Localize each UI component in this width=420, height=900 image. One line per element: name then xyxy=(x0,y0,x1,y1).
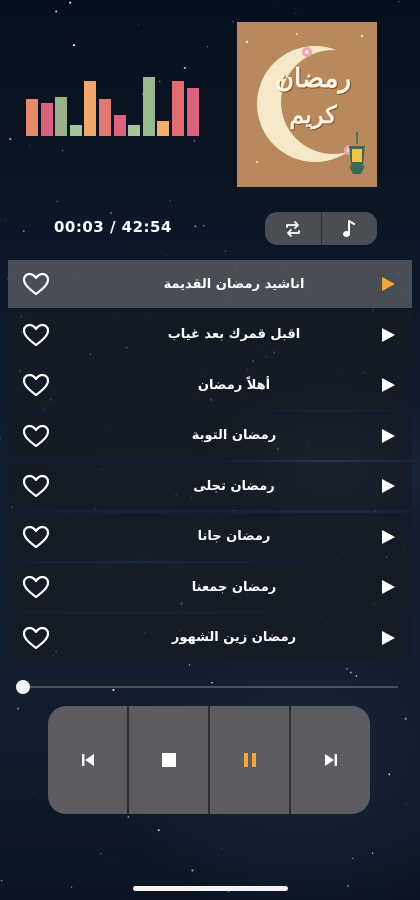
album-art: رمضان كريم xyxy=(237,22,377,187)
heart-icon xyxy=(22,474,50,498)
next-button[interactable] xyxy=(289,706,370,814)
play-track-button[interactable] xyxy=(376,529,396,545)
track-title: رمضان تجلى xyxy=(193,478,275,494)
heart-icon xyxy=(22,323,50,346)
play-track-button[interactable] xyxy=(376,579,396,595)
equalizer-bar xyxy=(157,121,170,136)
favorite-button[interactable] xyxy=(22,271,52,297)
progress-track xyxy=(18,686,398,688)
play-icon xyxy=(382,378,395,392)
play-icon xyxy=(382,277,395,291)
heart-icon xyxy=(22,626,50,649)
favorite-button[interactable] xyxy=(22,574,52,600)
play-track-button[interactable] xyxy=(376,276,396,292)
play-icon xyxy=(382,327,395,342)
play-track-button[interactable] xyxy=(376,478,396,494)
progress-slider[interactable] xyxy=(16,680,398,694)
album-title-line-1: رمضان xyxy=(274,64,352,94)
equalizer-bar xyxy=(55,97,68,136)
play-icon xyxy=(382,479,395,493)
play-icon xyxy=(382,580,395,594)
equalizer-visualizer xyxy=(26,76,204,136)
track-row[interactable]: رمضان تجلى xyxy=(8,462,412,510)
track-row[interactable]: اقبل قمرك بعد غياب xyxy=(8,310,412,359)
pause-button[interactable] xyxy=(208,706,289,814)
heart-icon xyxy=(22,424,50,447)
home-indicator xyxy=(133,886,288,891)
play-track-button[interactable] xyxy=(376,327,396,343)
track-row[interactable]: رمضان جمعنا xyxy=(8,563,412,611)
track-title: رمضان التوبة xyxy=(191,428,277,443)
track-row[interactable]: اناشيد رمضان القديمة xyxy=(8,260,412,308)
play-icon xyxy=(382,529,395,544)
equalizer-bar xyxy=(99,99,111,136)
play-icon xyxy=(382,428,395,443)
track-title: رمضان جانا xyxy=(197,529,271,544)
playlist: اناشيد رمضان القديمة اقبل قمرك بعد غياب xyxy=(8,260,412,664)
equalizer-bar xyxy=(113,115,126,136)
track-title: رمضان جمعنا xyxy=(191,579,277,595)
music-note-icon xyxy=(343,219,356,237)
heart-icon xyxy=(22,525,50,548)
equalizer-bar xyxy=(69,125,82,136)
play-track-button[interactable] xyxy=(376,630,396,646)
track-row[interactable]: أهلاً رمضان xyxy=(8,361,412,409)
equalizer-bar xyxy=(186,88,199,136)
track-row[interactable]: رمضان زين الشهور xyxy=(8,613,412,662)
playback-controls xyxy=(48,706,370,814)
track-row[interactable]: رمضان جانا xyxy=(8,512,412,561)
next-icon xyxy=(324,754,337,766)
play-track-button[interactable] xyxy=(376,428,396,444)
heart-icon xyxy=(22,272,50,296)
favorite-button[interactable] xyxy=(22,372,52,398)
repeat-button[interactable] xyxy=(265,212,321,245)
heart-icon xyxy=(22,575,50,599)
equalizer-bar xyxy=(84,81,97,136)
track-title: رمضان زين الشهور xyxy=(171,630,297,645)
play-track-button[interactable] xyxy=(376,377,396,393)
favorite-button[interactable] xyxy=(22,524,52,550)
equalizer-bar xyxy=(26,99,38,136)
equalizer-bar xyxy=(40,103,53,136)
equalizer-bar xyxy=(172,81,184,136)
play-icon xyxy=(382,630,395,645)
repeat-icon xyxy=(285,220,300,237)
favorite-button[interactable] xyxy=(22,473,52,499)
time-display: 00:03 / 42:54 xyxy=(54,218,172,236)
favorite-button[interactable] xyxy=(22,625,52,651)
pause-icon xyxy=(243,753,256,767)
stop-icon xyxy=(161,753,176,767)
heart-icon xyxy=(22,373,50,397)
favorite-button[interactable] xyxy=(22,322,52,348)
equalizer-bar xyxy=(142,77,155,136)
previous-icon xyxy=(81,754,94,766)
progress-knob[interactable] xyxy=(16,680,30,694)
track-title: اناشيد رمضان القديمة xyxy=(163,276,305,292)
album-title-line-2: كريم xyxy=(289,100,337,129)
track-title: أهلاً رمضان xyxy=(197,377,271,393)
track-title: اقبل قمرك بعد غياب xyxy=(167,327,301,342)
music-library-button[interactable] xyxy=(320,212,378,245)
stop-button[interactable] xyxy=(127,706,208,814)
equalizer-bar xyxy=(128,125,141,136)
track-row[interactable]: رمضان التوبة xyxy=(8,411,412,460)
favorite-button[interactable] xyxy=(22,423,52,449)
previous-button[interactable] xyxy=(48,706,127,814)
mode-toggle-group xyxy=(265,212,377,245)
